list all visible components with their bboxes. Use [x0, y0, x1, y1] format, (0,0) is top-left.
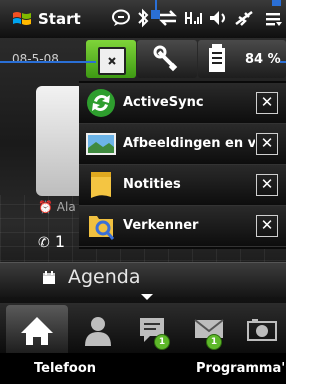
data-connection-icon[interactable]: [158, 7, 178, 29]
settings-button[interactable]: [137, 40, 197, 78]
callout-line: [0, 61, 96, 63]
windows-logo-icon[interactable]: [12, 9, 32, 29]
messages-badge: 1: [154, 334, 170, 350]
date-label: 08-5-08: [12, 52, 59, 66]
close-icon[interactable]: ✕: [256, 215, 278, 237]
menu-icon[interactable]: [264, 7, 282, 29]
email-badge: 1: [206, 334, 222, 350]
scroll-down-arrow-icon: [141, 294, 153, 300]
task-row-explorer[interactable]: Verkenner ✕: [79, 206, 286, 247]
task-row-pictures[interactable]: Afbeeldingen en vi... ✕: [79, 124, 286, 165]
device-screen: Start 08-5-08 ⏰ Ala ✆ 1 Agenda 84 % Acti…: [0, 0, 286, 384]
flip-clock[interactable]: [36, 86, 84, 196]
phone-row[interactable]: ✆ 1: [38, 232, 65, 251]
task-row-notes[interactable]: Notities ✕: [79, 165, 286, 206]
task-manager-icon: [98, 47, 126, 75]
pictures-icon: [86, 133, 116, 155]
callout-dot: [272, 0, 281, 6]
softkey-left[interactable]: Telefoon: [34, 361, 96, 376]
title-text: Start: [38, 10, 81, 28]
alarm-label: Ala: [56, 200, 76, 214]
signal-icon[interactable]: [184, 7, 202, 29]
softkey-right[interactable]: Programma's: [196, 361, 286, 376]
activesync-icon: [87, 89, 115, 117]
battery-percentage: 84 %: [245, 52, 281, 67]
phone-value: 1: [54, 232, 66, 251]
agenda-label: Agenda: [68, 266, 141, 288]
tab-home[interactable]: [6, 305, 68, 353]
callout-line: [280, 61, 286, 63]
explorer-icon: [89, 216, 115, 240]
task-label: Afbeeldingen en vi...: [123, 136, 255, 151]
notes-icon: [91, 172, 111, 198]
alarm-icon: ⏰: [38, 200, 53, 214]
task-label: Verkenner: [123, 218, 199, 233]
camera-icon[interactable]: [244, 312, 280, 348]
bluetooth-icon[interactable]: [136, 7, 150, 29]
calendar-icon: [43, 271, 55, 284]
alarm-row[interactable]: ⏰ Ala: [38, 200, 76, 214]
task-label: Notities: [123, 177, 181, 192]
task-row-activesync[interactable]: ActiveSync ✕: [79, 83, 286, 124]
task-label: ActiveSync: [123, 95, 204, 110]
volume-icon[interactable]: [208, 7, 228, 29]
close-all-icon: [108, 57, 116, 65]
close-icon[interactable]: ✕: [256, 174, 278, 196]
close-icon[interactable]: ✕: [256, 133, 278, 155]
phone-icon: ✆: [38, 235, 50, 251]
people-icon[interactable]: [80, 312, 116, 348]
ringer-off-icon[interactable]: [233, 7, 255, 29]
tab-messages[interactable]: 1: [136, 312, 172, 350]
task-manager-button[interactable]: [86, 40, 136, 78]
callout-dot: [151, 10, 160, 19]
home-icon: [21, 317, 53, 345]
close-icon[interactable]: ✕: [256, 92, 278, 114]
messaging-icon[interactable]: [110, 7, 132, 29]
battery-icon: [209, 44, 225, 72]
tab-email[interactable]: 1: [192, 312, 228, 350]
wrench-icon: [153, 45, 178, 72]
